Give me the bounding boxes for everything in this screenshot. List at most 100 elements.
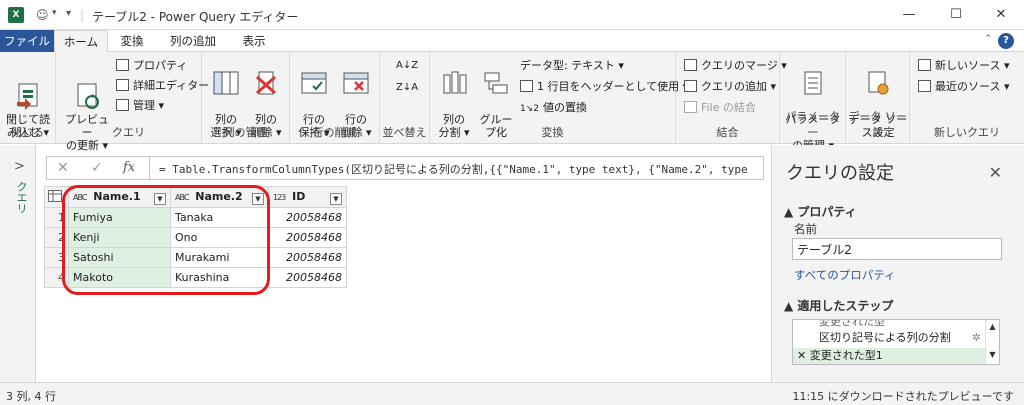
- formula-separator: [149, 157, 150, 179]
- row-number[interactable]: 2: [44, 227, 69, 248]
- steps-scrollbar[interactable]: ▲ ▼: [985, 320, 999, 364]
- column-header-name1[interactable]: ABC Name.1 ▼: [68, 186, 171, 208]
- transform-group: 列の 分割 ▾ グルー プ化 データ型: テキスト ▾ 1 行目をヘッダーとして…: [430, 52, 688, 144]
- ribbon-collapse-icon[interactable]: ⌃: [984, 34, 992, 44]
- column-header-name2[interactable]: ABC Name.2 ▼: [170, 186, 269, 208]
- row-number[interactable]: 1: [44, 207, 69, 228]
- new-query-group: 新しいソース ▾ 最近のソース ▾ 新しいクエリ: [910, 52, 1024, 144]
- cell-id[interactable]: 20058468: [268, 227, 347, 248]
- manage-button[interactable]: 管理 ▾: [116, 98, 164, 114]
- cell-id[interactable]: 20058468: [268, 267, 347, 288]
- filter-dropdown-icon[interactable]: ▼: [252, 192, 264, 205]
- quick-access-customize-icon[interactable]: ▾: [66, 8, 71, 19]
- step-item[interactable]: 変更された型: [793, 320, 985, 330]
- combine-group-label: 結合: [716, 126, 739, 139]
- cell-id[interactable]: 20058468: [268, 247, 347, 268]
- all-properties-link[interactable]: すべてのプロパティ: [794, 267, 896, 283]
- smiley-icon[interactable]: ☺: [36, 8, 49, 22]
- maximize-button[interactable]: ☐: [933, 0, 979, 30]
- advanced-editor-button[interactable]: 詳細エディター: [116, 78, 209, 94]
- properties-button[interactable]: プロパティ: [116, 58, 187, 74]
- merge-queries-icon: [684, 59, 697, 71]
- cell-name2[interactable]: Murakami: [170, 247, 269, 268]
- grid-header-row: ABC Name.1 ▼ ABC Name.2 ▼ 123 ID ▼: [44, 186, 347, 208]
- reduce-rows-group: 行の 保持 ▾ 行の 削除 ▾ 行の削減: [290, 52, 380, 144]
- cell-name2[interactable]: Ono: [170, 227, 269, 248]
- status-column-row-count: 3 列, 4 行: [6, 390, 56, 403]
- properties-icon: [116, 59, 129, 71]
- close-settings-icon[interactable]: ✕: [989, 163, 1002, 182]
- tab-view[interactable]: 表示: [230, 30, 278, 52]
- queries-pane: > クエリ: [0, 145, 36, 382]
- cell-name2[interactable]: Kurashina: [170, 267, 269, 288]
- refresh-icon: [72, 69, 102, 109]
- append-queries-button[interactable]: クエリの追加 ▾: [684, 79, 776, 95]
- column-header-id[interactable]: 123 ID ▼: [268, 186, 347, 208]
- column-name2-label: Name.2: [195, 189, 243, 203]
- help-icon[interactable]: ?: [998, 33, 1014, 49]
- expand-queries-icon[interactable]: >: [14, 159, 25, 174]
- text-type-icon[interactable]: ABC: [175, 193, 189, 202]
- row-number[interactable]: 4: [44, 267, 69, 288]
- status-bar: 3 列, 4 行 11:15 にダウンロードされたプレビューです: [0, 382, 1024, 405]
- cell-name1[interactable]: Fumiya: [68, 207, 171, 228]
- new-source-button[interactable]: 新しいソース ▾: [918, 58, 1009, 74]
- data-source-settings-icon: [863, 69, 893, 97]
- filter-dropdown-icon[interactable]: ▼: [330, 192, 342, 205]
- commit-formula-icon[interactable]: ✓: [91, 160, 103, 176]
- data-type-dropdown[interactable]: データ型: テキスト ▾: [520, 58, 624, 74]
- header-row-icon: [520, 80, 533, 92]
- combine-group: クエリのマージ ▾ クエリの追加 ▾ File の結合 結合: [676, 52, 787, 144]
- window-title: テーブル2 - Power Query エディター: [92, 10, 299, 24]
- query-settings-pane: クエリの設定 ✕ ▲ プロパティ 名前 すべてのプロパティ ▲ 適用したステップ…: [771, 145, 1024, 382]
- replace-values-button[interactable]: 1↘2 値の置換: [520, 100, 587, 116]
- sort-descending-icon[interactable]: Z↓A: [396, 80, 418, 96]
- step-item[interactable]: 区切り記号による列の分割 ✲: [793, 330, 985, 346]
- formula-input[interactable]: = Table.TransformColumnTypes(区切り記号による列の分…: [159, 161, 759, 177]
- table-row: 4 Makoto Kurashina 20058468: [44, 267, 347, 288]
- tab-file[interactable]: ファイル: [0, 30, 54, 52]
- recent-sources-label: 最近のソース ▾: [935, 80, 1010, 93]
- cell-name1[interactable]: Kenji: [68, 227, 171, 248]
- applied-steps-header[interactable]: ▲ 適用したステップ: [784, 297, 893, 314]
- merge-queries-button[interactable]: クエリのマージ ▾: [684, 58, 787, 74]
- cancel-formula-icon[interactable]: ✕: [57, 160, 69, 176]
- table-row: 2 Kenji Ono 20058468: [44, 227, 347, 248]
- fx-icon[interactable]: fx: [123, 160, 135, 175]
- sort-group: A↓Z Z↓A 並べ替え: [380, 52, 430, 144]
- number-type-icon[interactable]: 123: [273, 193, 286, 202]
- use-first-row-as-headers-button[interactable]: 1 行目をヘッダーとして使用 ▾: [520, 79, 688, 95]
- cell-name2[interactable]: Tanaka: [170, 207, 269, 228]
- query-name-input[interactable]: [792, 238, 1002, 260]
- step-settings-gear-icon[interactable]: ✲: [972, 330, 981, 346]
- queries-pane-label: クエリ: [15, 181, 28, 214]
- combine-files-icon: [684, 101, 697, 113]
- cell-id[interactable]: 20058468: [268, 207, 347, 228]
- text-type-icon[interactable]: ABC: [73, 193, 87, 202]
- cell-name1[interactable]: Makoto: [68, 267, 171, 288]
- merge-queries-label: クエリのマージ ▾: [701, 59, 787, 72]
- column-id-label: ID: [292, 189, 306, 203]
- filter-dropdown-icon[interactable]: ▼: [154, 192, 166, 205]
- cell-name1[interactable]: Satoshi: [68, 247, 171, 268]
- recent-sources-button[interactable]: 最近のソース ▾: [918, 79, 1009, 95]
- minimize-button[interactable]: —: [886, 0, 932, 30]
- new-query-group-label: 新しいクエリ: [934, 126, 1000, 139]
- append-queries-icon: [684, 80, 697, 92]
- properties-section-header[interactable]: ▲ プロパティ: [784, 203, 857, 220]
- table-select-icon[interactable]: [44, 186, 69, 208]
- sort-ascending-icon[interactable]: A↓Z: [396, 58, 418, 74]
- tab-transform[interactable]: 変換: [108, 30, 156, 52]
- close-button[interactable]: ✕: [978, 0, 1024, 30]
- manage-label: 管理 ▾: [133, 99, 165, 112]
- formula-bar: ✕ ✓ fx = Table.TransformColumnTypes(区切り記…: [46, 156, 764, 180]
- advanced-editor-label: 詳細エディター: [133, 79, 210, 92]
- new-source-icon: [918, 59, 931, 71]
- title-bar: X ☺ ▾ ▾ | テーブル2 - Power Query エディター — ☐ …: [0, 0, 1024, 30]
- step-item-active[interactable]: ✕ 変更された型1: [793, 348, 985, 364]
- smiley-dropdown-icon[interactable]: ▾: [52, 8, 57, 18]
- tab-add-column[interactable]: 列の追加: [156, 30, 230, 52]
- row-number[interactable]: 3: [44, 247, 69, 268]
- ribbon-tabs: ファイル ホーム 変換 列の追加 表示 ⌃ ?: [0, 30, 1024, 52]
- tab-home[interactable]: ホーム: [54, 30, 108, 52]
